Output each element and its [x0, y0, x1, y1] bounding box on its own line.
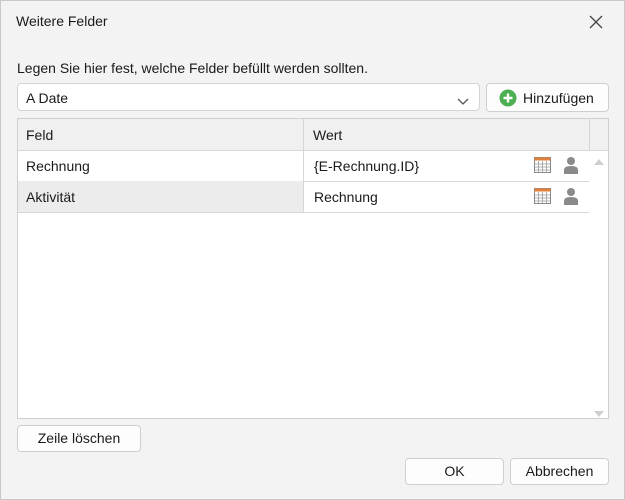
plus-icon: [499, 89, 517, 110]
close-icon[interactable]: [585, 11, 607, 33]
delete-row-button[interactable]: Zeile löschen: [17, 425, 141, 452]
add-field-button-label: Hinzufügen: [523, 90, 594, 106]
column-header-feld[interactable]: Feld: [26, 127, 53, 143]
cell-feld[interactable]: Aktivität: [26, 189, 75, 205]
add-field-button[interactable]: Hinzufügen: [486, 83, 609, 112]
instruction-text: Legen Sie hier fest, welche Felder befül…: [17, 60, 368, 76]
scroll-down-arrow-icon[interactable]: [593, 405, 605, 421]
table-header: Feld Wert: [18, 119, 608, 151]
dialog-title: Weitere Felder: [16, 13, 108, 29]
ok-button[interactable]: OK: [405, 458, 504, 485]
chevron-down-icon: [457, 93, 469, 109]
cell-feld[interactable]: Rechnung: [26, 158, 90, 174]
cell-wert[interactable]: Rechnung: [314, 189, 378, 205]
column-header-wert[interactable]: Wert: [313, 127, 342, 143]
column-divider: [589, 119, 590, 150]
table-row[interactable]: Rechnung {E-Rechnung.ID}: [18, 150, 589, 182]
scroll-up-arrow-icon[interactable]: [593, 153, 605, 169]
field-dropdown[interactable]: A Date: [17, 83, 480, 111]
table-row[interactable]: Aktivität Rechnung: [18, 181, 589, 213]
user-icon[interactable]: [564, 187, 578, 208]
cancel-button[interactable]: Abbrechen: [510, 458, 609, 485]
calendar-icon[interactable]: [534, 188, 551, 207]
calendar-icon[interactable]: [534, 157, 551, 176]
user-icon[interactable]: [564, 156, 578, 177]
dialog-window: Weitere Felder Legen Sie hier fest, welc…: [0, 0, 625, 500]
cell-wert[interactable]: {E-Rechnung.ID}: [314, 158, 419, 174]
fields-table: Feld Wert Rechnung {E-Rechnung.ID} Aktiv…: [17, 118, 609, 419]
field-dropdown-value: A Date: [26, 90, 69, 106]
